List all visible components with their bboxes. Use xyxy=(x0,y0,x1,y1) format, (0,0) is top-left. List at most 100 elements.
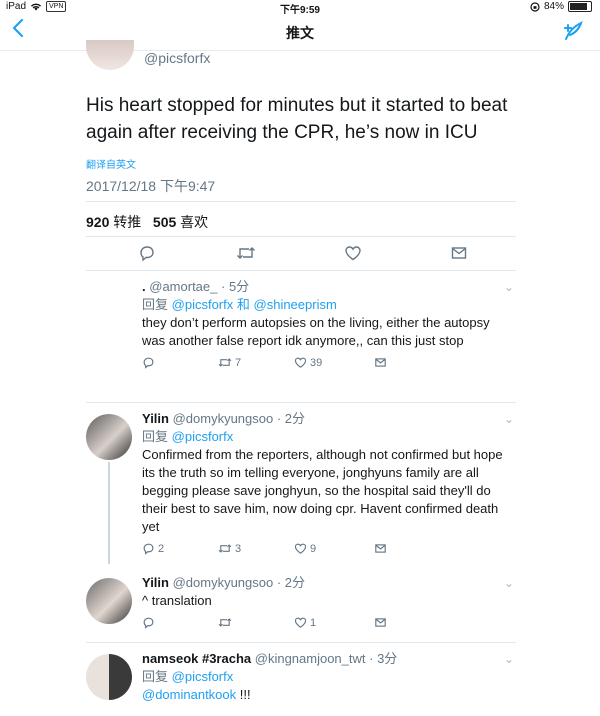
divider xyxy=(86,402,516,403)
reply-body: Yilin @domykyungsoo · 2分 ^ translation 1 xyxy=(142,574,516,634)
reply-mention[interactable]: @picsforfx xyxy=(172,669,234,684)
mail-icon xyxy=(375,358,386,367)
reply-reply-button[interactable]: 2 xyxy=(142,542,164,555)
reply-share-button[interactable] xyxy=(374,542,387,555)
retweet-icon xyxy=(237,247,255,259)
reply-prefix: 回复 xyxy=(142,429,169,444)
reply-reply-count: 2 xyxy=(158,542,165,555)
reply-author-name[interactable]: namseok #3racha xyxy=(142,651,251,666)
reply-text: Confirmed from the reporters, although n… xyxy=(142,447,503,534)
reply-reply-button[interactable] xyxy=(142,616,158,629)
tweet-actions xyxy=(86,244,516,266)
reply-avatar[interactable] xyxy=(86,654,132,700)
reply-author-name[interactable]: . xyxy=(142,279,146,294)
retweet-count[interactable]: 920 xyxy=(86,214,109,230)
reply-button[interactable] xyxy=(138,244,156,267)
heart-icon xyxy=(294,617,307,628)
retweet-button[interactable] xyxy=(236,244,256,267)
reply-retweet-button[interactable] xyxy=(218,616,235,629)
reply-prefix: 回复 xyxy=(142,669,169,684)
reply-mention[interactable]: @picsforfx xyxy=(172,297,234,312)
reply-header: . @amortae_ · 5分 xyxy=(142,278,516,296)
reply-icon xyxy=(140,246,154,262)
divider xyxy=(86,270,516,271)
reply-icon xyxy=(143,357,154,369)
reply-mention[interactable]: @dominantkook xyxy=(142,687,236,702)
reply-actions: 2 3 9 xyxy=(142,542,516,560)
reply-like-count: 1 xyxy=(310,616,317,629)
share-button[interactable] xyxy=(450,244,468,267)
reply-author-name[interactable]: Yilin xyxy=(142,411,169,426)
reply-avatar[interactable] xyxy=(86,414,132,460)
reply-item[interactable]: Yilin @domykyungsoo · 2分 回复 @picsforfx C… xyxy=(86,410,516,570)
reply-share-button[interactable] xyxy=(374,616,387,629)
author-handle[interactable]: @picsforfx xyxy=(144,50,210,66)
retweet-label[interactable]: 转推 xyxy=(113,214,141,230)
reply-like-button[interactable]: 39 xyxy=(294,356,322,369)
rotation-lock-icon xyxy=(530,1,540,12)
reply-mention[interactable]: @shineeprism xyxy=(254,297,337,312)
reply-mention[interactable]: @picsforfx xyxy=(172,429,234,444)
mail-icon xyxy=(451,247,467,259)
battery-icon xyxy=(568,1,592,12)
replying-to: 回复 @picsforfx xyxy=(142,668,516,686)
like-button[interactable] xyxy=(344,244,362,267)
divider xyxy=(86,201,516,202)
reply-actions: 7 39 xyxy=(142,356,516,374)
retweet-icon xyxy=(218,358,232,367)
compose-button[interactable] xyxy=(562,20,584,47)
reply-retweet-count: 7 xyxy=(235,356,242,369)
reply-like-button[interactable]: 9 xyxy=(294,542,316,555)
reply-author-handle[interactable]: @amortae_ xyxy=(149,279,217,294)
reply-time: · 3分 xyxy=(369,651,398,666)
tweet-stats: 920 转推 505 喜欢 xyxy=(86,212,208,232)
reply-like-button[interactable]: 1 xyxy=(294,616,316,629)
reply-header: Yilin @domykyungsoo · 2分 xyxy=(142,410,516,428)
retweet-icon xyxy=(218,544,232,553)
reply-time: · 2分 xyxy=(276,575,306,590)
reply-item[interactable]: namseok #3racha @kingnamjoon_twt · 3分 回复… xyxy=(86,650,516,716)
reply-retweet-button[interactable]: 3 xyxy=(218,542,241,555)
reply-like-count: 39 xyxy=(310,356,323,369)
chevron-down-icon[interactable]: ⌄ xyxy=(504,652,514,666)
heart-icon xyxy=(294,357,307,368)
like-count[interactable]: 505 xyxy=(153,214,176,230)
reply-retweet-button[interactable]: 7 xyxy=(218,356,241,369)
chevron-down-icon[interactable]: ⌄ xyxy=(504,280,514,294)
author-avatar[interactable] xyxy=(86,40,134,70)
thread-line xyxy=(108,462,110,564)
reply-icon xyxy=(143,617,154,629)
replying-to: 回复 @picsforfx xyxy=(142,428,516,446)
chevron-down-icon[interactable]: ⌄ xyxy=(504,412,514,426)
status-right: 84% xyxy=(530,1,592,12)
reply-prefix: 回复 xyxy=(142,297,169,312)
reply-body: . @amortae_ · 5分 回复 @picsforfx 和 @shinee… xyxy=(142,278,516,374)
reply-author-handle[interactable]: @kingnamjoon_twt xyxy=(255,651,366,666)
reply-author-handle[interactable]: @domykyungsoo xyxy=(173,411,274,426)
compose-tweet-icon xyxy=(564,21,583,40)
divider xyxy=(86,236,516,237)
reply-author-name[interactable]: Yilin xyxy=(142,575,169,590)
reply-reply-button[interactable] xyxy=(142,356,158,369)
reply-time: · 2分 xyxy=(276,411,306,426)
divider xyxy=(86,642,516,643)
reply-header: Yilin @domykyungsoo · 2分 xyxy=(142,574,516,592)
tweet-timestamp: 2017/12/18 下午9:47 xyxy=(86,178,216,194)
reply-text: they don’t perform autopsies on the livi… xyxy=(142,315,490,348)
reply-avatar[interactable] xyxy=(86,578,132,624)
translate-link[interactable]: 翻译自英文 xyxy=(86,156,136,171)
reply-retweet-count: 3 xyxy=(235,542,242,555)
tweet-text: His heart stopped for minutes but it sta… xyxy=(86,95,508,143)
reply-like-count: 9 xyxy=(310,542,317,555)
battery-percent: 84% xyxy=(543,1,564,12)
reply-time: · 5分 xyxy=(221,279,250,294)
like-label[interactable]: 喜欢 xyxy=(180,214,208,230)
reply-icon xyxy=(143,543,154,555)
reply-item[interactable]: . @amortae_ · 5分 回复 @picsforfx 和 @shinee… xyxy=(86,278,516,398)
chevron-down-icon[interactable]: ⌄ xyxy=(504,576,514,590)
reply-author-handle[interactable]: @domykyungsoo xyxy=(173,575,274,590)
reply-item[interactable]: Yilin @domykyungsoo · 2分 ^ translation 1… xyxy=(86,574,516,640)
reply-body: Yilin @domykyungsoo · 2分 回复 @picsforfx C… xyxy=(142,410,516,560)
mail-icon xyxy=(375,618,386,627)
reply-share-button[interactable] xyxy=(374,356,387,369)
